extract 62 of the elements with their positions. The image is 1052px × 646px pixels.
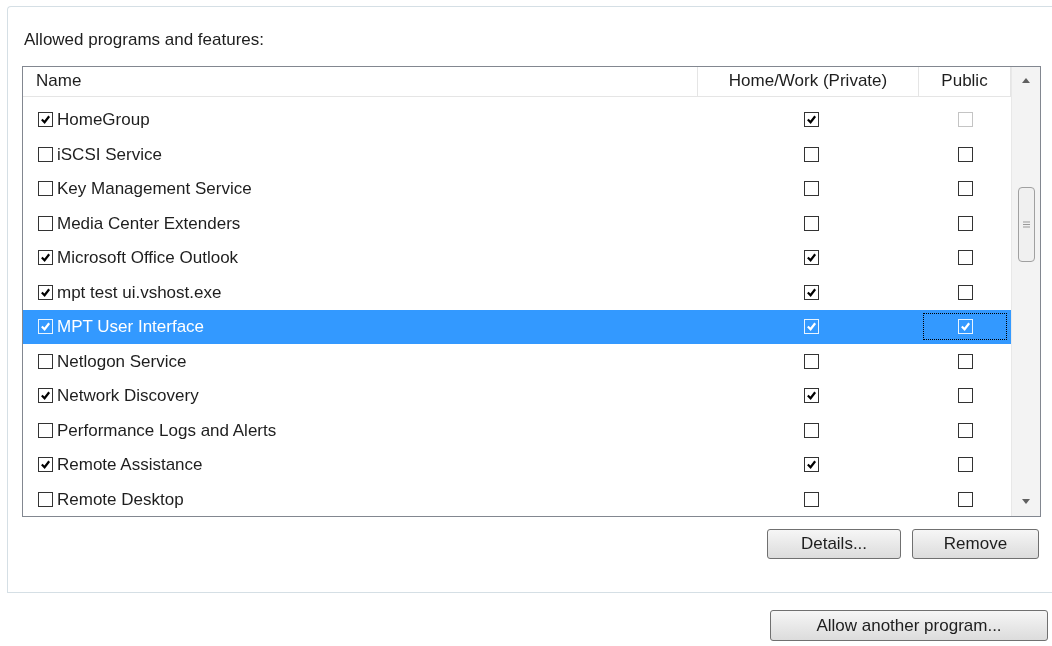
checkbox[interactable]: [957, 146, 973, 162]
checkbox[interactable]: [804, 491, 819, 507]
program-name: HomeGroup: [57, 109, 150, 131]
column-header[interactable]: Name: [23, 66, 698, 96]
checkbox[interactable]: [957, 491, 973, 507]
checkbox[interactable]: [38, 181, 53, 197]
program-row[interactable]: Remote Desktop: [23, 482, 1011, 516]
program-name: Key Management Service: [57, 178, 252, 200]
column-header[interactable]: Home/Work (Private): [698, 66, 919, 96]
checkbox[interactable]: [38, 353, 53, 369]
program-row[interactable]: Netlogon Service: [23, 344, 1011, 379]
program-name: Remote Desktop: [57, 488, 184, 511]
scroll-thumb[interactable]: [1017, 186, 1035, 262]
checkbox[interactable]: [957, 250, 973, 266]
checkbox[interactable]: [38, 146, 53, 162]
dialog-button[interactable]: Details...: [767, 528, 901, 559]
scrollbar[interactable]: [1011, 66, 1040, 516]
program-row[interactable]: Key Management Service: [23, 171, 1011, 206]
program-row[interactable]: Media Center Extenders: [23, 206, 1011, 241]
checkbox[interactable]: [38, 215, 53, 231]
program-row[interactable]: Performance Logs and Alerts: [23, 413, 1011, 448]
program-name: Performance Logs and Alerts: [57, 419, 277, 442]
dialog-button[interactable]: Remove: [912, 528, 1039, 559]
program-name: MPT User Interface: [57, 316, 205, 338]
program-name: Remote Assistance: [57, 454, 203, 476]
program-row[interactable]: Remote Assistance: [23, 447, 1011, 482]
checkbox[interactable]: [38, 284, 53, 300]
program-name: iSCSI Service: [57, 143, 162, 166]
checkbox[interactable]: [804, 422, 819, 438]
checkbox[interactable]: [804, 284, 819, 300]
checkbox[interactable]: [957, 422, 973, 438]
program-row[interactable]: Microsoft Office Outlook: [23, 240, 1011, 275]
scroll-down-icon[interactable]: [1022, 498, 1030, 504]
scroll-up-icon[interactable]: [1022, 77, 1030, 83]
checkbox[interactable]: [804, 215, 819, 231]
checkbox[interactable]: [804, 146, 819, 162]
program-name: Microsoft Office Outlook: [57, 247, 239, 269]
checkbox[interactable]: [957, 353, 973, 369]
program-name: Network Discovery: [57, 385, 199, 407]
checkbox[interactable]: [957, 457, 973, 473]
checkbox[interactable]: [38, 388, 53, 404]
checkbox[interactable]: [38, 457, 53, 473]
checkbox[interactable]: [38, 250, 53, 266]
checkbox[interactable]: [957, 181, 973, 197]
program-row[interactable]: mpt test ui.vshost.exe: [23, 275, 1011, 310]
checkbox[interactable]: [38, 491, 53, 507]
checkbox[interactable]: [804, 181, 819, 197]
allow-program-button[interactable]: Allow another program...: [770, 610, 1048, 641]
checkbox[interactable]: [957, 284, 973, 300]
program-name: Media Center Extenders: [57, 212, 241, 235]
program-row[interactable]: iSCSI Service: [23, 137, 1011, 172]
program-name: mpt test ui.vshost.exe: [57, 281, 222, 304]
checkbox[interactable]: [957, 215, 973, 231]
checkbox[interactable]: [804, 388, 819, 404]
group-label: Allowed programs and features:: [24, 29, 266, 51]
program-row[interactable]: Network Discovery: [23, 378, 1011, 413]
checkbox[interactable]: [804, 353, 819, 369]
checkbox[interactable]: [957, 388, 973, 404]
checkbox[interactable]: [804, 250, 819, 266]
checkbox[interactable]: [804, 457, 819, 473]
program-name: Netlogon Service: [57, 350, 187, 373]
checkbox[interactable]: [38, 422, 53, 438]
